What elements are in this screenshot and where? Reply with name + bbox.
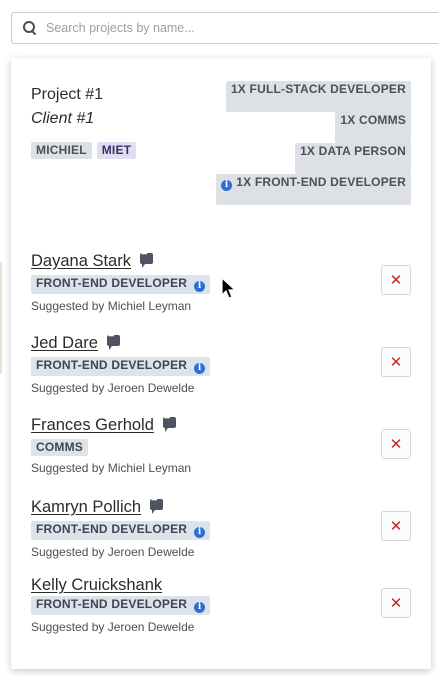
search-input[interactable] — [46, 14, 438, 42]
candidate-role-tag: FRONT-END DEVELOPER i — [31, 357, 211, 376]
candidate-role-label: FRONT-END DEVELOPER — [36, 597, 188, 611]
candidate-role-label: FRONT-END DEVELOPER — [36, 358, 188, 372]
user-tag-miet: MIET — [96, 142, 137, 159]
info-icon[interactable]: i — [221, 180, 233, 191]
candidate-row: Kamryn Pollich FRONT-END DEVELOPER i Sugg… — [31, 495, 411, 568]
candidate-row: Frances Gerhold COMMS Suggested by Michi… — [31, 413, 411, 486]
project-title: Project #1 — [31, 86, 104, 103]
chat-icon[interactable] — [106, 331, 120, 350]
candidate-row: Kelly Cruickshank FRONT-END DEVELOPER i S… — [31, 576, 411, 646]
role-tag: 1X DATA PERSON — [295, 143, 411, 174]
candidate-name[interactable]: Jed Dare — [31, 334, 98, 353]
info-icon[interactable]: i — [194, 363, 206, 374]
suggested-by: Suggested by Jeroen Dewelde — [31, 545, 195, 559]
suggested-by: Suggested by Michiel Leyman — [31, 461, 192, 475]
remove-candidate-button[interactable]: ✕ — [381, 265, 411, 295]
project-panel: Project #1 Client #1 MICHIEL MIET 1X FUL… — [11, 58, 431, 669]
suggested-by: Suggested by Jeroen Dewelde — [31, 381, 195, 395]
background-edge — [0, 262, 2, 374]
close-icon: ✕ — [389, 436, 403, 453]
info-icon[interactable]: i — [194, 602, 206, 613]
project-users: MICHIEL MIET — [31, 142, 137, 159]
candidate-role-tag: COMMS — [31, 439, 88, 456]
search-bar[interactable] — [11, 12, 438, 44]
candidate-role-tag: FRONT-END DEVELOPER i — [31, 521, 211, 540]
project-roles: 1X FULL-STACK DEVELOPER 1X COMMS 1X DATA… — [216, 81, 411, 205]
remove-candidate-button[interactable]: ✕ — [381, 429, 411, 459]
candidate-role-label: FRONT-END DEVELOPER — [36, 522, 188, 536]
info-icon[interactable]: i — [194, 281, 206, 292]
candidate-name[interactable]: Kamryn Pollich — [31, 498, 141, 517]
remove-candidate-button[interactable]: ✕ — [381, 588, 411, 618]
candidate-row: Jed Dare FRONT-END DEVELOPER i Suggested … — [31, 331, 411, 404]
role-tag: 1X FULL-STACK DEVELOPER — [225, 81, 411, 112]
role-tag: 1X COMMS — [335, 112, 411, 143]
remove-candidate-button[interactable]: ✕ — [381, 347, 411, 377]
candidate-role-label: COMMS — [36, 440, 83, 454]
candidate-name[interactable]: Kelly Cruickshank — [31, 576, 162, 595]
close-icon: ✕ — [389, 518, 403, 535]
chat-icon[interactable] — [139, 249, 153, 268]
suggested-by: Suggested by Michiel Leyman — [31, 299, 192, 313]
candidate-role-tag: FRONT-END DEVELOPER i — [31, 275, 211, 294]
chat-icon[interactable] — [162, 413, 176, 432]
close-icon: ✕ — [389, 595, 403, 612]
candidate-role-label: FRONT-END DEVELOPER — [36, 276, 188, 290]
chat-icon[interactable] — [150, 495, 164, 514]
suggested-by: Suggested by Jeroen Dewelde — [31, 620, 195, 634]
close-icon: ✕ — [389, 272, 403, 289]
user-tag-michiel: MICHIEL — [31, 142, 92, 159]
mouse-cursor-icon — [221, 277, 237, 299]
role-tag: i 1X FRONT-END DEVELOPER — [216, 174, 411, 205]
search-icon — [23, 21, 37, 35]
info-icon[interactable]: i — [194, 527, 206, 538]
candidate-role-tag: FRONT-END DEVELOPER i — [31, 596, 211, 615]
role-tag-label: 1X FRONT-END DEVELOPER — [236, 175, 406, 189]
candidate-name[interactable]: Frances Gerhold — [31, 416, 154, 435]
candidate-name[interactable]: Dayana Stark — [31, 252, 131, 271]
remove-candidate-button[interactable]: ✕ — [381, 511, 411, 541]
close-icon: ✕ — [389, 354, 403, 371]
project-client: Client #1 — [31, 110, 95, 127]
